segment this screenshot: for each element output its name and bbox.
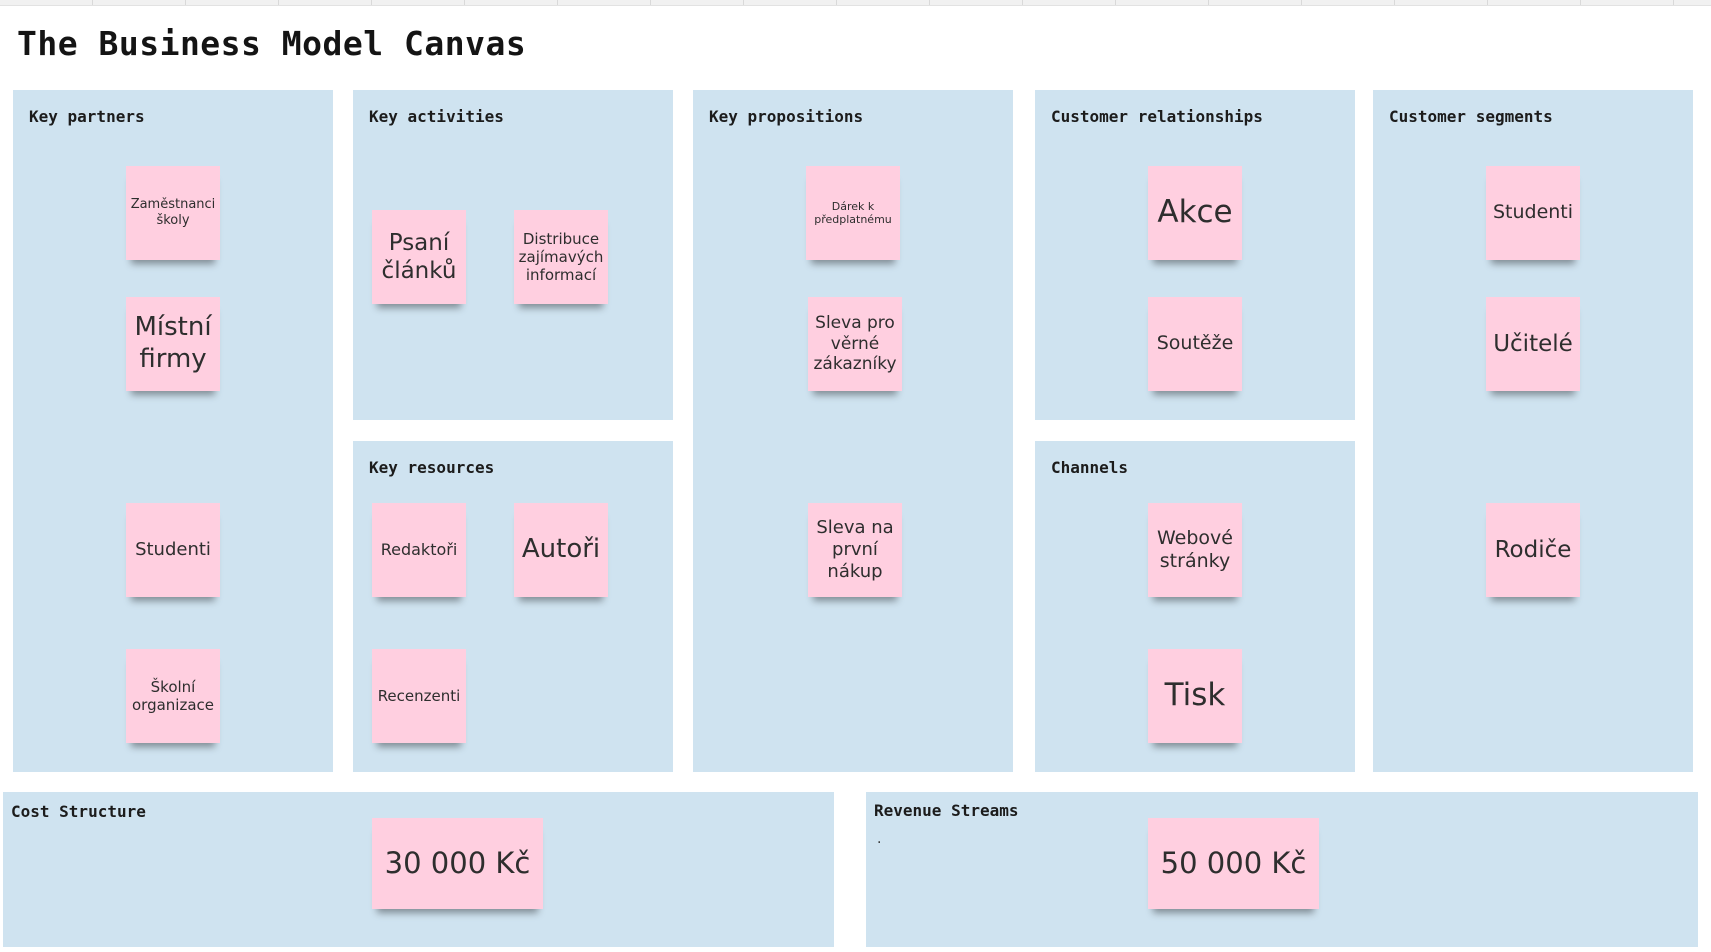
sticky-note[interactable]: Školní organizace: [126, 649, 220, 743]
sticky-note[interactable]: Místní firmy: [126, 297, 220, 391]
panel-channels[interactable]: Channels Webové stránky Tisk: [1035, 441, 1355, 772]
sticky-note[interactable]: Soutěže: [1148, 297, 1242, 391]
sticky-note[interactable]: Webové stránky: [1148, 503, 1242, 597]
sticky-note[interactable]: Sleva pro věrné zákazníky: [808, 297, 902, 391]
panel-label: Channels: [1051, 458, 1129, 477]
sticky-note[interactable]: Akce: [1148, 166, 1242, 260]
sticky-note[interactable]: Tisk: [1148, 649, 1242, 743]
sticky-note[interactable]: Psaní článků: [372, 210, 466, 304]
panel-label: Key activities: [369, 107, 504, 126]
sticky-note[interactable]: 50 000 Kč: [1148, 818, 1319, 909]
panel-label: Customer relationships: [1051, 107, 1263, 126]
panel-key-activities[interactable]: Key activities Psaní článků Distribuce z…: [353, 90, 673, 420]
sticky-note[interactable]: Redaktoři: [372, 503, 466, 597]
panel-label: Key resources: [369, 458, 495, 477]
panel-label: Customer segments: [1389, 107, 1553, 126]
sticky-note[interactable]: Dárek k předplatnému: [806, 166, 900, 260]
panel-revenue-streams[interactable]: Revenue Streams . 50 000 Kč: [866, 792, 1698, 947]
panel-label: Cost Structure: [11, 802, 146, 821]
panel-label: Key partners: [29, 107, 145, 126]
panel-key-propositions[interactable]: Key propositions Dárek k předplatnému Sl…: [693, 90, 1013, 772]
panel-cost-structure[interactable]: Cost Structure 30 000 Kč: [3, 792, 834, 947]
marker-dot: .: [877, 831, 882, 847]
panel-key-resources[interactable]: Key resources Redaktoři Autoři Recenzent…: [353, 441, 673, 772]
sticky-note[interactable]: Studenti: [1486, 166, 1580, 260]
panel-label: Revenue Streams: [874, 801, 1019, 820]
panel-customer-relationships[interactable]: Customer relationships Akce Soutěže: [1035, 90, 1355, 420]
page-title: The Business Model Canvas: [17, 24, 527, 63]
sticky-note[interactable]: Zaměstnanci školy: [126, 166, 220, 260]
sticky-note[interactable]: 30 000 Kč: [372, 818, 543, 909]
sticky-note[interactable]: Recenzenti: [372, 649, 466, 743]
sticky-note[interactable]: Sleva na první nákup: [808, 503, 902, 597]
sticky-note[interactable]: Rodiče: [1486, 503, 1580, 597]
panel-label: Key propositions: [709, 107, 864, 126]
panel-key-partners[interactable]: Key partners Zaměstnanci školy Místní fi…: [13, 90, 333, 772]
sticky-note[interactable]: Studenti: [126, 503, 220, 597]
sticky-note[interactable]: Autoři: [514, 503, 608, 597]
panel-customer-segments[interactable]: Customer segments Studenti Učitelé Rodič…: [1373, 90, 1693, 772]
top-ruler: [0, 0, 1711, 6]
sticky-note[interactable]: Učitelé: [1486, 297, 1580, 391]
sticky-note[interactable]: Distribuce zajímavých informací: [514, 210, 608, 304]
